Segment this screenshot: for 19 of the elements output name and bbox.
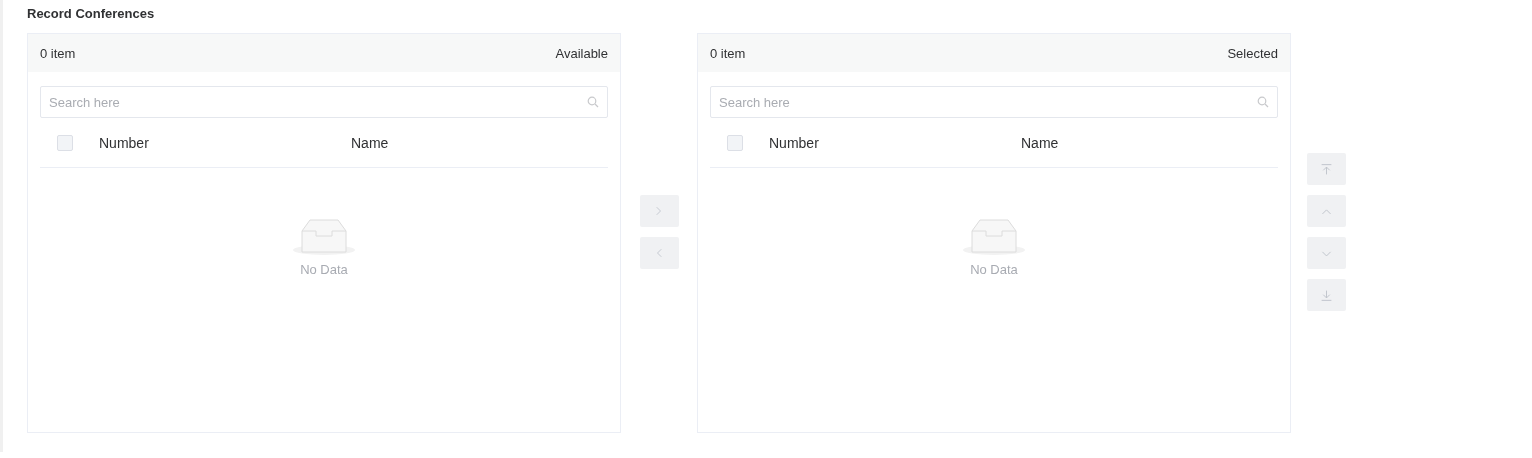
column-header: Number bbox=[769, 134, 820, 151]
empty-message: No Data bbox=[970, 262, 1018, 277]
search-icon bbox=[1257, 96, 1269, 108]
search-icon bbox=[587, 96, 599, 108]
search-field[interactable]: Search here bbox=[710, 86, 1278, 118]
select-all-checkbox[interactable] bbox=[727, 134, 743, 151]
arrow-to-top-icon bbox=[1320, 162, 1333, 176]
item-count: 0 item bbox=[40, 45, 76, 61]
column-header: Name bbox=[351, 134, 389, 151]
panel-caption: Selected bbox=[1227, 45, 1278, 61]
panel-caption: Available bbox=[555, 45, 608, 61]
column-header: Name bbox=[1021, 134, 1059, 151]
select-all-checkbox[interactable] bbox=[57, 134, 73, 151]
arrow-to-bottom-icon bbox=[1320, 288, 1333, 302]
item-count: 0 item bbox=[710, 45, 746, 61]
section-title: Record Conferences bbox=[27, 6, 156, 23]
search-field[interactable]: Search here bbox=[40, 86, 608, 118]
empty-message: No Data bbox=[300, 262, 348, 277]
column-header: Number bbox=[99, 134, 150, 151]
